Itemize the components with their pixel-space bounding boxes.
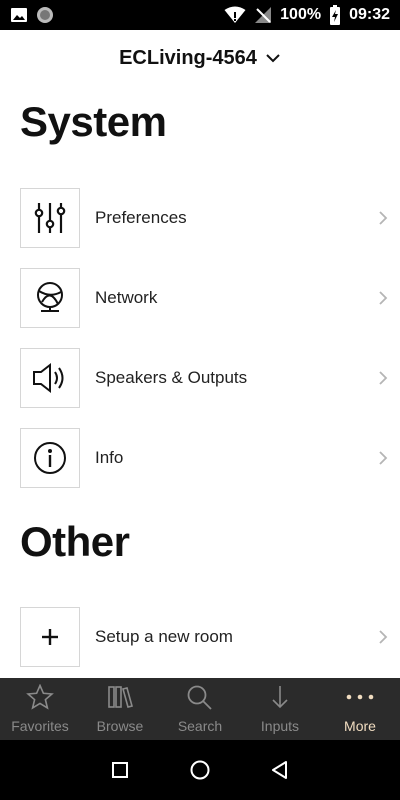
nav-label: Favorites	[11, 718, 69, 734]
globe-icon	[20, 268, 80, 328]
chevron-down-icon	[265, 53, 281, 63]
battery-charging-icon	[329, 5, 341, 25]
menu-item-network[interactable]: Network	[20, 268, 390, 328]
menu-item-label: Speakers & Outputs	[95, 368, 248, 387]
plus-icon	[20, 607, 80, 667]
nav-browse[interactable]: Browse	[80, 678, 160, 740]
nav-favorites[interactable]: Favorites	[0, 678, 80, 740]
status-bar: 100% 09:32	[0, 0, 400, 30]
room-selector[interactable]: ECLiving-4564	[0, 30, 400, 86]
system-nav-bar	[0, 740, 400, 800]
status-left	[10, 6, 54, 24]
section-title-system: System	[20, 98, 167, 145]
nav-label: Search	[177, 718, 223, 734]
menu-item-info[interactable]: Info	[20, 428, 390, 488]
sliders-icon	[20, 188, 80, 248]
bottom-nav: Favorites Browse Search Inputs More	[0, 678, 400, 740]
arrow-down-icon	[266, 684, 294, 715]
recents-button[interactable]	[100, 750, 140, 790]
nav-label: More	[344, 718, 376, 734]
chevron-right-icon	[376, 290, 390, 306]
back-button[interactable]	[260, 750, 300, 790]
section-title-other: Other	[20, 518, 130, 565]
home-button[interactable]	[180, 750, 220, 790]
chevron-right-icon	[376, 370, 390, 386]
menu-item-label: Network	[95, 288, 158, 307]
chevron-right-icon	[376, 210, 390, 226]
menu-item-label: Info	[95, 448, 124, 467]
library-icon	[106, 684, 134, 715]
device-name: ECLiving-4564	[119, 46, 257, 69]
nav-label: Inputs	[260, 718, 300, 734]
search-icon	[186, 684, 214, 715]
chevron-right-icon	[376, 629, 390, 645]
app-notification-icon	[36, 6, 54, 24]
speaker-icon	[20, 348, 80, 408]
menu-item-label: Setup a new room	[95, 627, 233, 646]
nav-search[interactable]: Search	[160, 678, 240, 740]
info-icon	[20, 428, 80, 488]
wifi-icon	[224, 6, 246, 24]
chevron-right-icon	[376, 450, 390, 466]
nav-more[interactable]: More	[320, 678, 400, 740]
status-right: 100% 09:32	[224, 5, 390, 25]
image-notification-icon	[10, 7, 28, 23]
menu-item-label: Preferences	[95, 208, 187, 227]
clock: 09:32	[349, 6, 390, 23]
battery-percentage: 100%	[280, 6, 322, 23]
more-dots-icon	[344, 684, 376, 715]
no-signal-icon	[254, 6, 272, 24]
nav-inputs[interactable]: Inputs	[240, 678, 320, 740]
menu-item-setup-new-room[interactable]: Setup a new room	[20, 607, 390, 667]
menu-item-preferences[interactable]: Preferences	[20, 188, 390, 248]
star-icon	[26, 683, 54, 715]
menu-item-speakers-outputs[interactable]: Speakers & Outputs	[20, 348, 390, 408]
nav-label: Browse	[96, 718, 144, 734]
